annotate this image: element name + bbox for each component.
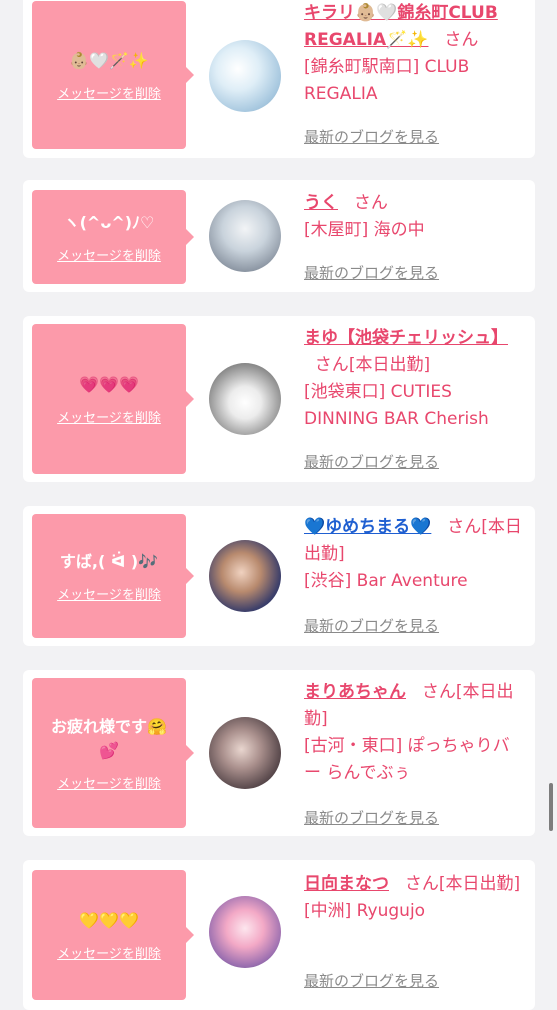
delete-message-link[interactable]: メッセージを削除 [57, 407, 161, 426]
san-suffix: さん [433, 30, 479, 50]
delete-message-link[interactable]: メッセージを削除 [57, 584, 161, 603]
avatar[interactable] [209, 896, 281, 968]
avatar[interactable] [209, 717, 281, 789]
user-name-link[interactable]: 💙ゆめちまる💙 [304, 517, 431, 537]
avatar[interactable] [209, 40, 281, 112]
user-info: キラリ👶🏼🤍錦糸町CLUB REGALIA🪄✨ さん [錦糸町駅南口] CLUB… [304, 0, 526, 108]
message-text: すば,( ᐛ )🎶 [59, 551, 159, 571]
user-info: 💙ゆめちまる💙 さん[本日出勤] [渋谷] Bar Aventure [304, 514, 526, 595]
message-bubble: すば,( ᐛ )🎶 メッセージを削除 [32, 514, 194, 638]
san-suffix: さん [411, 682, 456, 702]
user-name-link[interactable]: 日向まなつ [304, 874, 389, 894]
shop-info: [中洲] Ryugujo [304, 901, 426, 921]
status-label: [本日出勤] [438, 874, 521, 894]
shop-info: [池袋東口] CUTIES DINNING BAR Cherish [304, 382, 489, 429]
shop-info: [古河・東口] ぽっちゃりバー らんでぶぅ [304, 736, 510, 783]
message-text: お疲れ様です🤗💕 [51, 716, 167, 760]
user-name-link[interactable]: うく [304, 193, 338, 213]
delete-message-link[interactable]: メッセージを削除 [57, 83, 161, 102]
message-card: 💗💗💗 メッセージを削除 まゆ【池袋チェリッシュ】 さん[本日出勤] [池袋東口… [23, 316, 535, 482]
delete-message-link[interactable]: メッセージを削除 [57, 245, 161, 264]
shop-info: [錦糸町駅南口] CLUB REGALIA [304, 57, 470, 104]
latest-blog-link[interactable]: 最新のブログを見る [304, 126, 439, 147]
message-card: 👶🏼🤍🪄✨ メッセージを削除 キラリ👶🏼🤍錦糸町CLUB REGALIA🪄✨ さ… [23, 0, 535, 158]
san-suffix: さん [304, 355, 349, 375]
latest-blog-link[interactable]: 最新のブログを見る [304, 615, 439, 636]
message-bubble: ヽ(^ᴗ^)ﾉ♡ メッセージを削除 [32, 190, 194, 284]
san-suffix: さん [394, 874, 439, 894]
avatar[interactable] [209, 540, 281, 612]
message-card: 💛💛💛 メッセージを削除 日向まなつ さん[本日出勤] [中洲] Ryugujo… [23, 860, 535, 1010]
user-name-link[interactable]: まゆ【池袋チェリッシュ】 [304, 328, 508, 348]
san-suffix: さん [436, 517, 482, 537]
user-info: うく さん [木屋町] 海の中 [304, 190, 526, 244]
user-info: まりあちゃん さん[本日出勤] [古河・東口] ぽっちゃりバー らんでぶぅ [304, 679, 526, 787]
message-card: ヽ(^ᴗ^)ﾉ♡ メッセージを削除 うく さん [木屋町] 海の中 最新のブログ… [23, 180, 535, 292]
message-bubble: 💛💛💛 メッセージを削除 [32, 870, 194, 1000]
message-card: お疲れ様です🤗💕 メッセージを削除 まりあちゃん さん[本日出勤] [古河・東口… [23, 670, 535, 836]
avatar[interactable] [209, 363, 281, 435]
status-label: [本日出勤] [348, 355, 431, 375]
message-text: 💛💛💛 [79, 910, 139, 930]
scrollbar[interactable] [549, 783, 553, 831]
avatar[interactable] [209, 200, 281, 272]
delete-message-link[interactable]: メッセージを削除 [57, 773, 161, 792]
delete-message-link[interactable]: メッセージを削除 [57, 943, 161, 962]
latest-blog-link[interactable]: 最新のブログを見る [304, 970, 439, 991]
latest-blog-link[interactable]: 最新のブログを見る [304, 262, 439, 283]
latest-blog-link[interactable]: 最新のブログを見る [304, 807, 439, 828]
shop-info: [木屋町] 海の中 [304, 220, 425, 240]
message-bubble: お疲れ様です🤗💕 メッセージを削除 [32, 678, 194, 828]
message-bubble: 👶🏼🤍🪄✨ メッセージを削除 [32, 1, 194, 149]
user-name-link[interactable]: まりあちゃん [304, 682, 406, 702]
san-suffix: さん [343, 193, 388, 213]
message-card: すば,( ᐛ )🎶 メッセージを削除 💙ゆめちまる💙 さん[本日出勤] [渋谷]… [23, 506, 535, 646]
message-text: ヽ(^ᴗ^)ﾉ♡ [63, 212, 155, 232]
message-bubble: 💗💗💗 メッセージを削除 [32, 324, 194, 474]
message-text: 💗💗💗 [79, 374, 139, 394]
latest-blog-link[interactable]: 最新のブログを見る [304, 451, 439, 472]
message-text: 👶🏼🤍🪄✨ [69, 50, 149, 70]
user-info: まゆ【池袋チェリッシュ】 さん[本日出勤] [池袋東口] CUTIES DINN… [304, 325, 526, 433]
shop-info: [渋谷] Bar Aventure [304, 571, 468, 591]
user-info: 日向まなつ さん[本日出勤] [中洲] Ryugujo [304, 871, 526, 925]
